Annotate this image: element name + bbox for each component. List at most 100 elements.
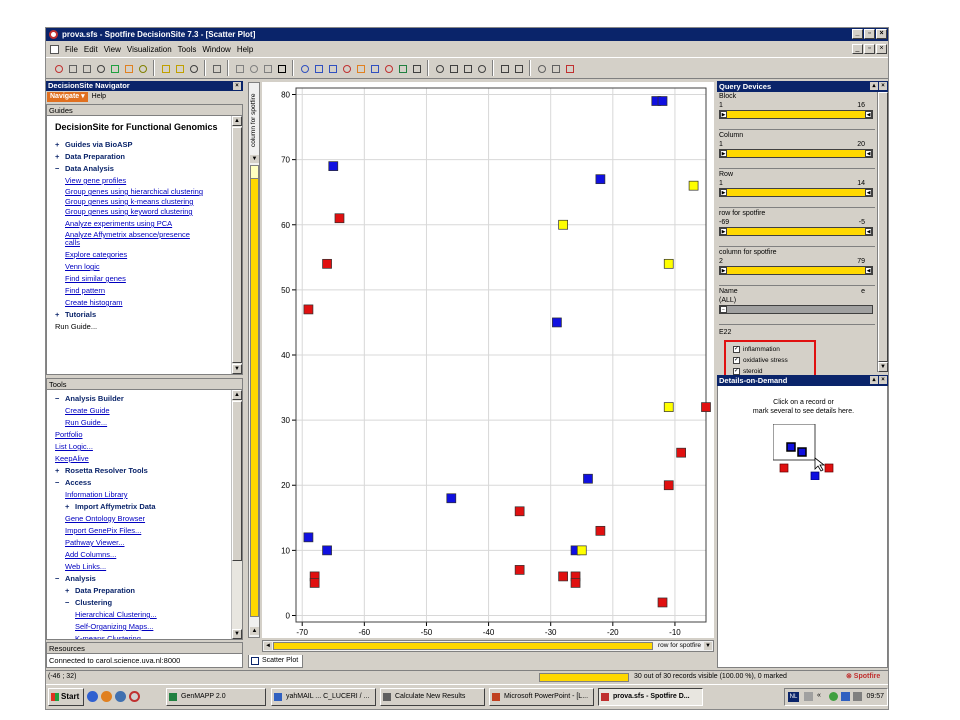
line-chart-icon[interactable] (382, 62, 395, 75)
scroll-up-icon[interactable]: ▲ (232, 116, 242, 126)
scatter-plot[interactable]: -70 -60 -50 -40 -30 -20 -10 0 10 20 30 40 50 60 70 80 (262, 82, 714, 638)
doc-close-button[interactable]: × (876, 44, 887, 54)
home-icon[interactable] (136, 62, 149, 75)
scatter-plot-icon[interactable] (298, 62, 311, 75)
navigator-close-icon[interactable]: × (233, 82, 241, 90)
range-slider[interactable]: ▶ ◀ (719, 227, 873, 236)
histogram-icon[interactable] (340, 62, 353, 75)
taskbar-task[interactable]: GenMAPP 2.0 (166, 688, 266, 706)
save-as-icon[interactable] (173, 62, 186, 75)
taskbar-task[interactable]: Microsoft PowerPoint - [L... (489, 688, 594, 706)
tree-item[interactable]: − Analysis (55, 573, 231, 585)
collapse-icon[interactable]: − (65, 597, 75, 609)
menu-view[interactable]: View (104, 45, 121, 54)
x-zoom-slider[interactable] (273, 642, 653, 650)
taskbar-task[interactable]: prova.sfs - Spotfire D... (598, 688, 703, 706)
slider-max-handle[interactable]: ◀ (865, 228, 872, 235)
tree-item[interactable]: − Clustering (55, 597, 231, 609)
checkbox-row[interactable]: ✓ oxidative stress (733, 355, 814, 366)
query-devices-scrollbar[interactable]: ▼ (877, 92, 888, 372)
y-zoom-handle[interactable] (250, 165, 259, 179)
close-icon[interactable]: × (879, 82, 887, 90)
range-slider[interactable]: ▶ ◀ (719, 188, 873, 197)
tree-item[interactable]: Run Guide... (55, 417, 231, 429)
tree-item[interactable]: K-means Clustering... (55, 633, 231, 639)
tree-item[interactable]: + Guides via BioASP (55, 139, 231, 151)
range-slider[interactable]: ▶ ◀ (719, 149, 873, 158)
checkbox[interactable]: ✓ (733, 346, 740, 353)
bar-chart-icon[interactable] (326, 62, 339, 75)
back-icon[interactable] (66, 62, 79, 75)
pin-icon[interactable]: ▴ (870, 376, 878, 384)
tree-item[interactable]: − Access (55, 477, 231, 489)
taskbar-task[interactable]: Calculate New Results (380, 688, 485, 706)
chevron-left-icon[interactable]: « (817, 692, 826, 701)
tree-item[interactable]: View gene profiles (55, 175, 231, 187)
tree-item[interactable]: Portfolio (55, 429, 231, 441)
table-icon[interactable] (410, 62, 423, 75)
x-arrow-left-icon[interactable]: ◄ (264, 642, 272, 650)
copy-icon[interactable] (233, 62, 246, 75)
scroll-down-icon[interactable]: ▼ (232, 364, 242, 374)
tree-item[interactable]: Analyze experiments using PCA (55, 218, 231, 230)
checkbox-row[interactable]: ✓ inflammation (733, 344, 814, 355)
tree-item[interactable]: + Tutorials (55, 309, 231, 321)
tree-item[interactable]: Run Guide... (55, 321, 231, 333)
tree-item[interactable]: − Data Analysis (55, 163, 231, 175)
tree-item[interactable]: + Import Affymetrix Data (55, 501, 231, 513)
scroll-thumb[interactable] (232, 401, 242, 561)
menu-edit[interactable]: Edit (84, 45, 98, 54)
tree-item[interactable]: Web Links... (55, 561, 231, 573)
tree-item[interactable]: Analyze Affymetrix absence/presence call… (55, 231, 205, 247)
slider-min-handle[interactable]: ▶ (720, 228, 727, 235)
menu-help[interactable]: Help (237, 45, 253, 54)
network-icon[interactable] (829, 692, 838, 701)
tree-item[interactable]: Find pattern (55, 285, 231, 297)
x-column-dropdown-icon[interactable]: ▼ (704, 642, 712, 650)
x-axis-column-selector[interactable]: ◄ row for spotfire ▼ (262, 640, 714, 652)
tree-item[interactable]: Group genes using k-means clustering (55, 198, 205, 206)
menu-visualization[interactable]: Visualization (127, 45, 172, 54)
language-indicator[interactable]: NL (788, 692, 799, 702)
tile-icon[interactable] (447, 62, 460, 75)
tree-item[interactable]: Find similar genes (55, 273, 231, 285)
firefox-quicklaunch-icon[interactable] (101, 691, 112, 702)
y-axis-column-selector[interactable]: column for spotfire ▼ ▲ (248, 82, 260, 638)
tree-item[interactable]: Group genes using hierarchical clusterin… (55, 188, 205, 196)
slider-max-handle[interactable]: ◀ (865, 150, 872, 157)
range-slider[interactable]: ▶ ◀ (719, 110, 873, 119)
start-button[interactable]: Start (48, 688, 84, 706)
scatter-3d-icon[interactable] (312, 62, 325, 75)
tree-item[interactable]: List Logic... (55, 441, 231, 453)
expand-icon[interactable]: + (55, 309, 65, 321)
close-button[interactable]: × (876, 29, 887, 39)
save-icon[interactable] (187, 62, 200, 75)
doc-restore-button[interactable]: ▫ (864, 44, 875, 54)
volume-icon[interactable] (853, 692, 862, 701)
checkbox[interactable]: ✓ (733, 368, 740, 375)
slider-handle[interactable]: − (720, 306, 727, 313)
whats-this-icon[interactable] (275, 62, 288, 75)
refresh-icon[interactable] (108, 62, 121, 75)
tree-item[interactable]: + Data Preparation (55, 151, 231, 163)
spotfire-quicklaunch-icon[interactable] (129, 691, 140, 702)
ie-quicklaunch-icon[interactable] (87, 691, 98, 702)
tree-item[interactable]: Create histogram (55, 297, 231, 309)
export-icon[interactable] (549, 62, 562, 75)
slider-min-handle[interactable]: ▶ (720, 189, 727, 196)
doc-minimize-button[interactable]: _ (852, 44, 863, 54)
tree-item[interactable]: Self-Organizing Maps... (55, 621, 231, 633)
collapse-icon[interactable]: − (55, 573, 65, 585)
new-window-icon[interactable] (535, 62, 548, 75)
minimize-button[interactable]: _ (852, 29, 863, 39)
open-icon[interactable] (159, 62, 172, 75)
tree-item[interactable]: KeepAlive (55, 453, 231, 465)
profile-chart-icon[interactable] (368, 62, 381, 75)
layout-icon[interactable] (433, 62, 446, 75)
delete-icon[interactable] (94, 62, 107, 75)
arrange-icon[interactable] (475, 62, 488, 75)
guides-scrollbar[interactable]: ▲ ▼ (231, 116, 242, 374)
legend-icon[interactable] (512, 62, 525, 75)
slider-min-handle[interactable]: ▶ (720, 111, 727, 118)
tools-scrollbar[interactable]: ▲ ▼ (231, 390, 242, 639)
